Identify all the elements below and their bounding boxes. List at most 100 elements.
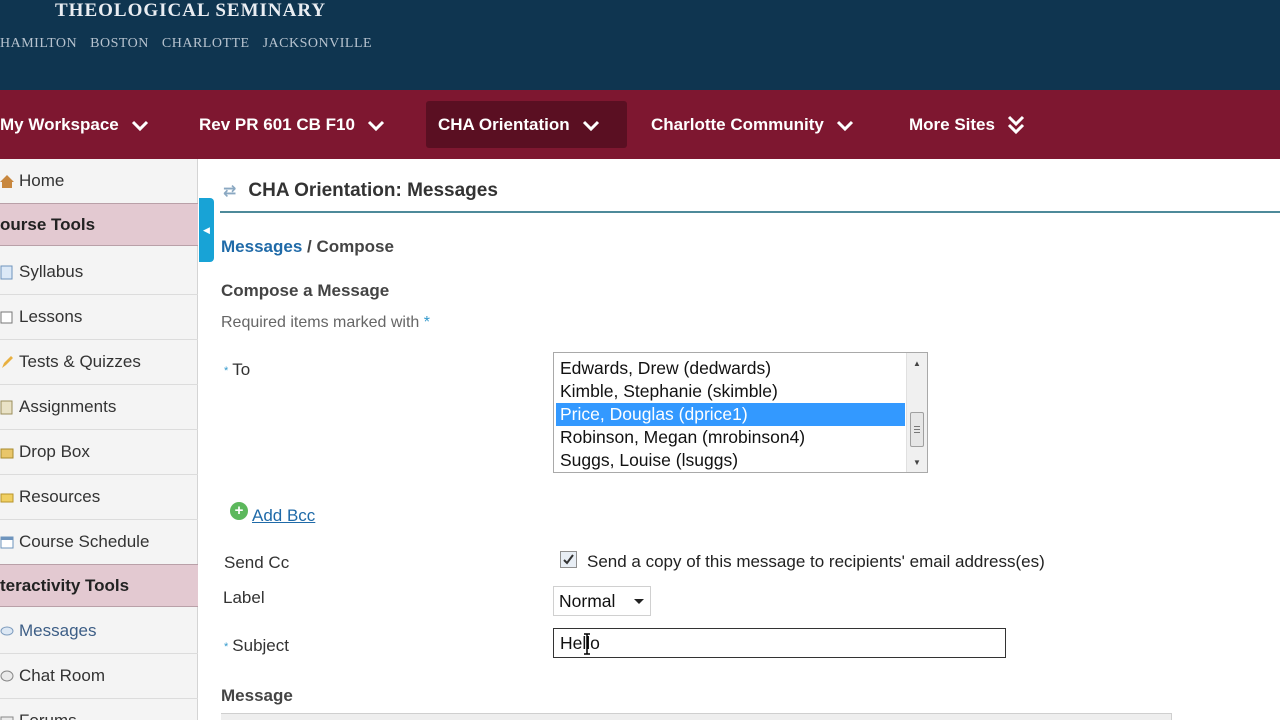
sidebar-item-home[interactable]: Home <box>0 159 198 204</box>
campus-list: HAMILTON BOSTON CHARLOTTE JACKSONVILLE <box>0 36 372 52</box>
site-tab-label: Rev PR 601 CB F10 <box>199 114 355 134</box>
scrollbar-thumb[interactable] <box>910 412 924 447</box>
sidebar-section-course-tools: ourse Tools <box>0 203 198 246</box>
sidebar-item-resources[interactable]: Resources <box>0 475 198 520</box>
sidebar-item-label: Assignments <box>19 397 117 416</box>
message-label: Message <box>221 686 293 705</box>
sidebar-item-label: Course Schedule <box>19 532 150 551</box>
page-title-text: CHA Orientation: Messages <box>248 180 498 201</box>
send-cc-checkbox[interactable] <box>560 551 577 568</box>
add-bcc-link[interactable]: Add Bcc <box>252 506 315 526</box>
sidebar-section-label: ourse Tools <box>0 214 96 234</box>
sidebar-item-chat-room[interactable]: Chat Room <box>0 654 198 699</box>
label-field-label: Label <box>223 588 265 607</box>
lessons-icon <box>0 309 14 325</box>
sidebar-item-label: Lessons <box>19 307 83 326</box>
breadcrumb-current: Compose <box>316 237 394 256</box>
recipient-list[interactable]: Edwards, Drew (dedwards) Kimble, Stephan… <box>553 352 928 473</box>
scroll-down-arrow-icon[interactable]: ▼ <box>907 453 927 471</box>
checkmark-icon <box>563 554 574 565</box>
add-circle-icon[interactable]: + <box>230 502 248 520</box>
subject-label: * Subject <box>224 636 289 656</box>
add-bcc-control[interactable]: + Add Bcc <box>230 496 315 526</box>
site-tab-rev-pr-601[interactable]: Rev PR 601 CB F10 <box>199 101 385 148</box>
send-cc-text: Send a copy of this message to recipient… <box>587 552 1045 571</box>
site-tab-cha-orientation[interactable]: CHA Orientation <box>426 101 627 148</box>
site-navigation: My Workspace Rev PR 601 CB F10 CHA Orien… <box>0 90 1280 159</box>
required-star: * <box>423 314 430 331</box>
label-select[interactable]: Normal <box>553 586 651 616</box>
to-label-text: To <box>232 360 251 379</box>
required-note: Required items marked with * <box>221 314 430 332</box>
recipient-option[interactable]: Suggs, Louise (lsuggs) <box>556 449 905 472</box>
chevron-down-icon[interactable] <box>131 118 149 132</box>
sidebar-item-messages[interactable]: Messages <box>0 609 198 654</box>
site-tab-more-sites[interactable]: More Sites <box>909 101 1025 148</box>
pencil-icon <box>0 354 14 370</box>
sidebar-item-label: Tests & Quizzes <box>19 352 141 371</box>
send-cc-label: Send Cc <box>224 553 290 572</box>
chevron-down-icon[interactable] <box>367 118 385 132</box>
text-cursor-icon <box>584 633 590 655</box>
site-tab-label: CHA Orientation <box>438 114 570 134</box>
sidebar-item-label: Home <box>19 171 65 190</box>
site-tab-label: More Sites <box>909 114 995 134</box>
refresh-icon[interactable]: ⇄ <box>223 181 236 201</box>
forums-icon <box>0 713 14 720</box>
sidebar-item-lessons[interactable]: Lessons <box>0 295 198 340</box>
institution-name: THEOLOGICAL SEMINARY <box>55 0 327 21</box>
sidebar-item-label: Forums <box>19 711 77 720</box>
required-note-text: Required items marked with <box>221 314 424 331</box>
chat-icon <box>0 668 14 684</box>
sidebar-section-interactivity-tools: teractivity Tools <box>0 564 198 607</box>
sidebar-collapse-toggle[interactable]: ◀ <box>199 198 214 262</box>
site-tab-my-workspace[interactable]: My Workspace <box>0 101 159 148</box>
to-label: * To <box>224 360 250 380</box>
breadcrumb-separator: / <box>302 237 317 256</box>
sidebar-item-label: Syllabus <box>19 262 84 281</box>
chevron-down-icon[interactable] <box>582 118 600 132</box>
dropbox-icon <box>0 444 14 460</box>
breadcrumb-link-messages[interactable]: Messages <box>221 237 302 256</box>
site-tab-label: My Workspace <box>0 114 119 134</box>
chevron-left-icon: ◀ <box>203 224 210 235</box>
syllabus-icon <box>0 264 14 280</box>
required-star: * <box>224 364 229 377</box>
sidebar-item-assignments[interactable]: Assignments <box>0 385 198 430</box>
chevron-down-icon[interactable] <box>836 118 854 132</box>
assignments-icon <box>0 399 14 415</box>
sidebar-item-label: Chat Room <box>19 666 105 685</box>
sidebar-item-syllabus[interactable]: Syllabus <box>0 250 198 295</box>
institution-header: THEOLOGICAL SEMINARY HAMILTON BOSTON CHA… <box>0 0 1280 90</box>
recipient-option[interactable]: Edwards, Drew (dedwards) <box>556 357 905 380</box>
label-select-value: Normal <box>559 590 616 611</box>
subject-input[interactable] <box>553 628 1006 658</box>
recipient-option[interactable]: Robinson, Megan (mrobinson4) <box>556 426 905 449</box>
double-chevron-down-icon[interactable] <box>1007 114 1025 136</box>
home-icon <box>0 173 14 189</box>
site-tab-charlotte-community[interactable]: Charlotte Community <box>651 101 854 148</box>
grip-icon <box>914 426 920 433</box>
site-tab-label: Charlotte Community <box>651 114 824 134</box>
sidebar-item-forums[interactable]: Forums <box>0 699 198 720</box>
scroll-up-arrow-icon[interactable]: ▲ <box>907 354 927 372</box>
sidebar-item-label: Messages <box>19 621 97 640</box>
sidebar-section-label: teractivity Tools <box>0 575 130 595</box>
sidebar-item-label: Drop Box <box>19 442 90 461</box>
sidebar-item-course-schedule[interactable]: Course Schedule <box>0 520 198 565</box>
message-editor[interactable] <box>221 713 1172 720</box>
recipient-option[interactable]: Kimble, Stephanie (skimble) <box>556 380 905 403</box>
calendar-icon <box>0 534 14 550</box>
title-divider <box>220 211 1280 213</box>
subject-label-text: Subject <box>232 636 289 655</box>
recipient-list-scrollbar[interactable]: ▲ ▼ <box>906 353 927 472</box>
sidebar-item-drop-box[interactable]: Drop Box <box>0 430 198 475</box>
recipient-option-selected[interactable]: Price, Douglas (dprice1) <box>556 403 905 426</box>
campus-name: CHARLOTTE <box>161 36 250 51</box>
tool-sidebar: Home ourse Tools Syllabus Lessons Tests … <box>0 159 198 720</box>
campus-name: JACKSONVILLE <box>262 36 373 51</box>
sidebar-item-tests-quizzes[interactable]: Tests & Quizzes <box>0 340 198 385</box>
sidebar-item-label: Resources <box>19 487 101 506</box>
breadcrumb: Messages / Compose <box>221 237 394 257</box>
campus-name: HAMILTON <box>0 36 78 51</box>
